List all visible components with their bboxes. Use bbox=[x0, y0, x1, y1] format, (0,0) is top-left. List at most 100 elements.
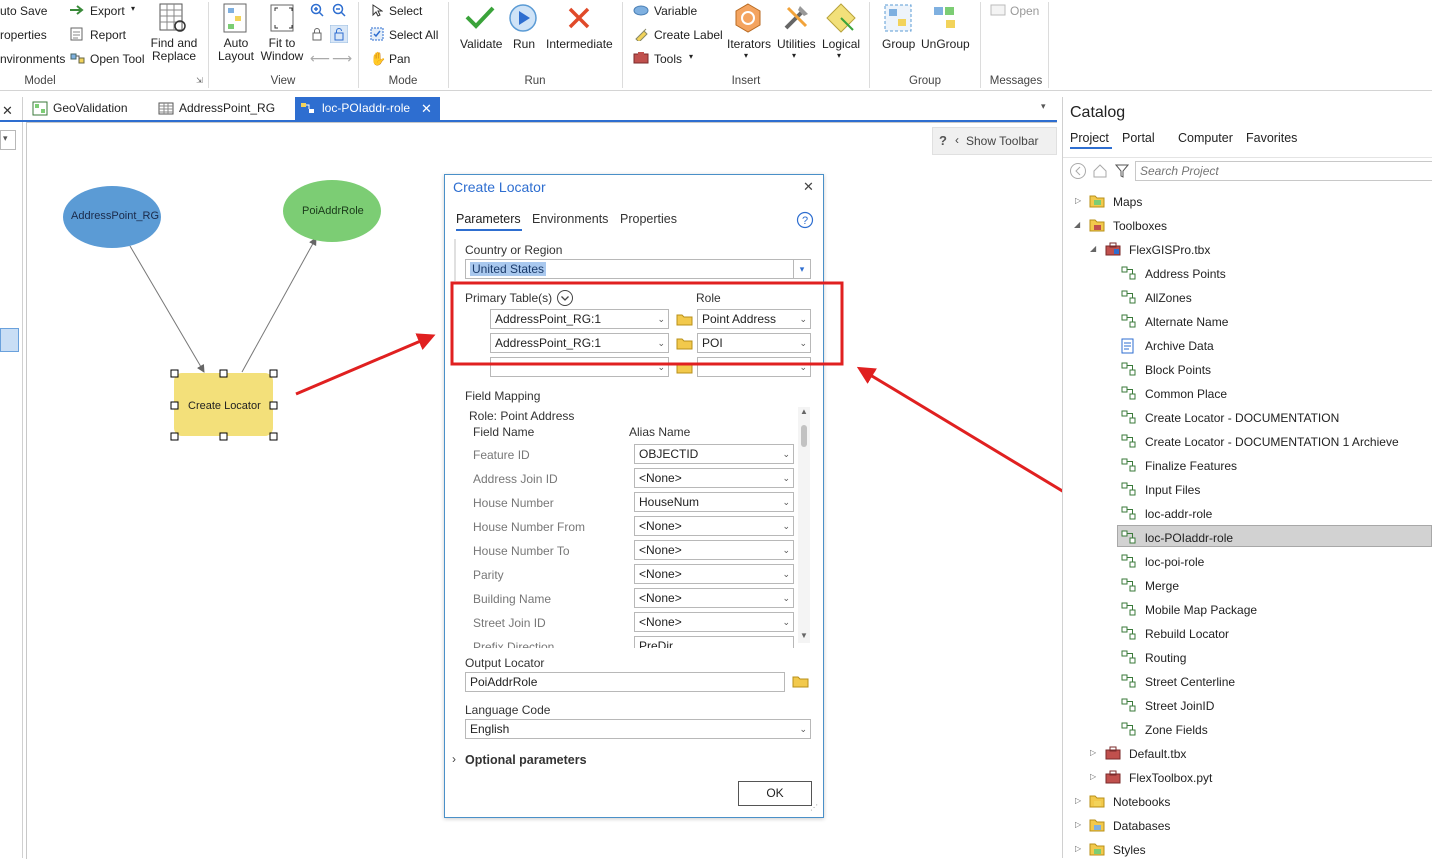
dialog-close-icon[interactable]: ✕ bbox=[803, 179, 814, 195]
search-input[interactable] bbox=[1135, 161, 1432, 181]
utilities-dropdown-icon[interactable]: ▾ bbox=[792, 51, 796, 60]
catalog-item-tool[interactable]: Zone Fields bbox=[1145, 723, 1208, 737]
alias-select[interactable]: OBJECTID ⌄ bbox=[634, 444, 794, 464]
expand-icon[interactable]: ▷ bbox=[1075, 196, 1081, 205]
catalog-item-styles[interactable]: Styles bbox=[1113, 843, 1146, 857]
folder-icon[interactable] bbox=[676, 361, 693, 374]
iterators-dropdown-icon[interactable]: ▾ bbox=[744, 51, 748, 60]
catalog-item-tool[interactable]: Mobile Map Package bbox=[1145, 603, 1257, 617]
help-icon[interactable]: ? bbox=[796, 211, 814, 229]
group-button[interactable]: Group bbox=[882, 37, 915, 51]
back-arrow-icon[interactable]: ⟵ bbox=[310, 50, 330, 67]
fit-to-window-button[interactable]: Fit to Window bbox=[258, 37, 306, 63]
left-dropdown[interactable]: ▾ bbox=[0, 130, 16, 150]
scroll-down-icon[interactable]: ▼ bbox=[800, 631, 808, 640]
alias-select[interactable]: <None> ⌄ bbox=[634, 588, 794, 608]
zoom-out-icon[interactable] bbox=[332, 3, 346, 17]
auto-save-button[interactable]: uto Save bbox=[0, 4, 47, 18]
catalog-item-flexgispro[interactable]: FlexGISPro.tbx bbox=[1129, 243, 1210, 257]
scroll-thumb[interactable] bbox=[801, 425, 807, 447]
catalog-item-tool[interactable]: Street JoinID bbox=[1145, 699, 1214, 713]
catalog-item-tool[interactable]: Archive Data bbox=[1145, 339, 1214, 353]
primary-table-select[interactable]: AddressPoint_RG:1 ⌄ bbox=[490, 309, 669, 329]
catalog-item-tool[interactable]: loc-poi-role bbox=[1145, 555, 1204, 569]
catalog-item-toolbox[interactable]: Default.tbx bbox=[1129, 747, 1186, 761]
catalog-tab-computer[interactable]: Computer bbox=[1178, 131, 1233, 145]
logical-button[interactable]: Logical bbox=[822, 37, 860, 51]
catalog-tab-favorites[interactable]: Favorites bbox=[1246, 131, 1297, 145]
scroll-up-icon[interactable]: ▲ bbox=[800, 407, 808, 416]
catalog-item-tool[interactable]: Address Points bbox=[1145, 267, 1226, 281]
alias-select[interactable]: PreDir bbox=[634, 636, 794, 648]
logical-dropdown-icon[interactable]: ▾ bbox=[837, 51, 841, 60]
tab-loc-poiaddr-role[interactable]: loc-POIaddr-role ✕ bbox=[295, 97, 440, 120]
properties-button[interactable]: roperties bbox=[0, 28, 47, 42]
connector-output[interactable] bbox=[241, 237, 317, 373]
expand-icon[interactable]: ▷ bbox=[1075, 820, 1081, 829]
find-replace-button[interactable]: Find and Replace bbox=[148, 37, 200, 63]
catalog-item-tool[interactable]: loc-POIaddr-role bbox=[1145, 531, 1233, 545]
pan-button[interactable]: Pan bbox=[389, 52, 410, 66]
report-button[interactable]: Report bbox=[90, 28, 126, 42]
chevron-circle-icon[interactable] bbox=[556, 289, 574, 307]
language-code-select[interactable]: English ⌄ bbox=[465, 719, 811, 739]
catalog-item-tool[interactable]: Rebuild Locator bbox=[1145, 627, 1229, 641]
role-select-empty[interactable]: ⌄ bbox=[697, 357, 811, 377]
alias-select[interactable]: HouseNum ⌄ bbox=[634, 492, 794, 512]
expand-icon[interactable]: ▷ bbox=[1090, 748, 1096, 757]
tab-parameters[interactable]: Parameters bbox=[456, 212, 521, 226]
model-launcher-icon[interactable]: ⇲ bbox=[196, 76, 203, 85]
chevron-right-icon[interactable]: › bbox=[452, 752, 456, 766]
collapse-icon[interactable]: ◢ bbox=[1090, 244, 1096, 253]
alias-select[interactable]: <None> ⌄ bbox=[634, 468, 794, 488]
auto-layout-button[interactable]: Auto Layout bbox=[214, 37, 258, 63]
resize-grip-icon[interactable]: ⋰ bbox=[810, 803, 818, 812]
catalog-item-tool[interactable]: Routing bbox=[1145, 651, 1186, 665]
country-select[interactable]: United States ▾ bbox=[465, 259, 811, 279]
expand-icon[interactable]: ▷ bbox=[1075, 844, 1081, 853]
role-select[interactable]: POI ⌄ bbox=[697, 333, 811, 353]
optional-parameters-toggle[interactable]: Optional parameters bbox=[465, 753, 587, 767]
zoom-in-icon[interactable] bbox=[310, 3, 324, 17]
catalog-item-tool[interactable]: Merge bbox=[1145, 579, 1179, 593]
catalog-tab-portal[interactable]: Portal bbox=[1122, 131, 1155, 145]
catalog-item-tool[interactable]: Input Files bbox=[1145, 483, 1200, 497]
field-mapping-list[interactable]: Feature ID OBJECTID ⌄ Address Join ID <No… bbox=[465, 443, 796, 648]
expand-icon[interactable]: ▷ bbox=[1075, 796, 1081, 805]
catalog-item-tool[interactable]: Block Points bbox=[1145, 363, 1211, 377]
validate-button[interactable]: Validate bbox=[460, 37, 502, 51]
lock-icon[interactable] bbox=[310, 27, 324, 41]
select-all-button[interactable]: Select All bbox=[389, 28, 438, 42]
role-select[interactable]: Point Address ⌄ bbox=[697, 309, 811, 329]
catalog-item-databases[interactable]: Databases bbox=[1113, 819, 1170, 833]
ok-button[interactable]: OK bbox=[738, 781, 812, 806]
chevron-down-icon[interactable]: ▾ bbox=[793, 260, 810, 278]
home-icon[interactable] bbox=[1092, 163, 1108, 179]
catalog-item-tool[interactable]: Finalize Features bbox=[1145, 459, 1237, 473]
open-tool-button[interactable]: Open Tool bbox=[90, 52, 145, 66]
tab-close-icon[interactable]: ✕ bbox=[421, 97, 432, 120]
catalog-item-tool[interactable]: Alternate Name bbox=[1145, 315, 1228, 329]
select-button[interactable]: Select bbox=[389, 4, 422, 18]
left-selected-item[interactable] bbox=[0, 328, 19, 352]
export-dropdown-icon[interactable]: ▾ bbox=[131, 4, 135, 13]
iterators-button[interactable]: Iterators bbox=[727, 37, 771, 51]
alias-select[interactable]: <None> ⌄ bbox=[634, 612, 794, 632]
create-label-button[interactable]: Create Label bbox=[654, 28, 723, 42]
run-button[interactable]: Run bbox=[513, 37, 535, 51]
forward-arrow-icon[interactable]: ⟶ bbox=[332, 50, 352, 67]
field-mapping-scrollbar[interactable]: ▲ ▼ bbox=[798, 407, 810, 643]
catalog-item-tool[interactable]: Common Place bbox=[1145, 387, 1227, 401]
environments-button[interactable]: nvironments bbox=[0, 52, 65, 66]
tab-overflow-icon[interactable]: ▾ bbox=[1041, 101, 1046, 112]
connector-input[interactable] bbox=[129, 245, 205, 373]
back-icon[interactable] bbox=[1069, 162, 1087, 180]
tools-dropdown-icon[interactable]: ▾ bbox=[689, 52, 693, 61]
expand-icon[interactable]: ▷ bbox=[1090, 772, 1096, 781]
tab-properties[interactable]: Properties bbox=[620, 212, 677, 226]
catalog-item-tool[interactable]: Create Locator - DOCUMENTATION bbox=[1145, 411, 1339, 425]
lock-active-icon[interactable] bbox=[330, 25, 348, 43]
tab-environments[interactable]: Environments bbox=[532, 212, 608, 226]
alias-select[interactable]: <None> ⌄ bbox=[634, 540, 794, 560]
catalog-item-tool[interactable]: Street Centerline bbox=[1145, 675, 1235, 689]
